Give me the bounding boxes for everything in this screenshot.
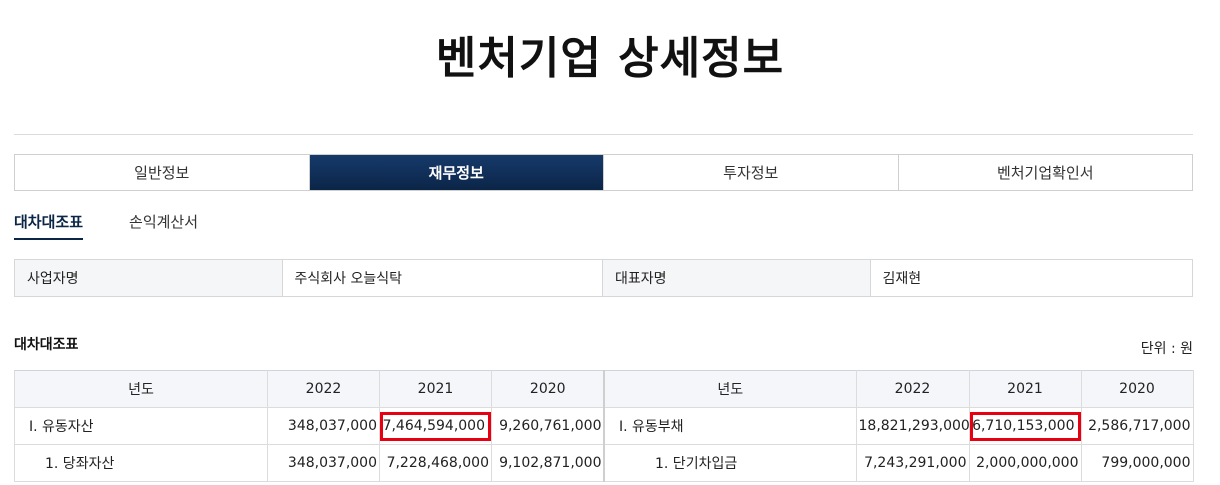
row-label: 1. 당좌자산 [14,444,268,482]
cell-2022: 348,037,000 [267,407,380,445]
tab-venture-certificate[interactable]: 벤처기업확인서 [898,155,1192,190]
company-info-table: 사업자명 주식회사 오늘식탁 대표자명 김재현 [14,259,1193,297]
tab-general-info[interactable]: 일반정보 [15,155,310,190]
year-header: 년도 [604,370,857,408]
cell-2020: 799,000,000 [1081,444,1193,482]
unit-label: 단위 : 원 [1140,341,1193,357]
main-tab-bar: 일반정보 재무정보 투자정보 벤처기업확인서 [14,154,1193,191]
cell-2021-highlighted: 7,464,594,000 [379,407,492,445]
highlighted-value: 7,464,594,000 [382,418,485,434]
row-label: 1. 단기차입금 [604,444,857,482]
year-2022-header: 2022 [267,370,380,408]
year-2022-header: 2022 [856,370,970,408]
table-row: Ⅰ. 유동부채 18,821,293,000 6,710,153,000 2,5… [604,407,1193,445]
sub-tab-bar: 대차대조표 손익계산서 [14,208,198,240]
ceo-name-label: 대표자명 [603,260,871,296]
cell-2022: 348,037,000 [267,444,380,482]
year-2020-header: 2020 [1081,370,1193,408]
cell-2021-highlighted: 6,710,153,000 [969,407,1082,445]
liabilities-table: 년도 2022 2021 2020 Ⅰ. 유동부채 18,821,293,000… [603,370,1194,482]
row-label: Ⅰ. 유동자산 [14,407,268,445]
year-2021-header: 2021 [379,370,492,408]
subtab-balance-sheet[interactable]: 대차대조표 [14,208,84,240]
title-divider [14,134,1193,135]
year-2021-header: 2021 [969,370,1082,408]
page-title: 벤처기업 상세정보 [435,33,785,84]
table-row: Ⅰ. 유동자산 348,037,000 7,464,594,000 9,260,… [14,407,604,445]
subtab-income-statement[interactable]: 손익계산서 [129,208,198,240]
row-label: Ⅰ. 유동부채 [604,407,857,445]
cell-2020: 9,260,761,000 [491,407,604,445]
company-name-value: 주식회사 오늘식탁 [283,260,603,296]
assets-table: 년도 2022 2021 2020 Ⅰ. 유동자산 348,037,000 7,… [14,370,604,482]
tab-financial-info[interactable]: 재무정보 [309,155,604,190]
cell-2021: 7,228,468,000 [379,444,492,482]
table-row: 1. 단기차입금 7,243,291,000 2,000,000,000 799… [604,444,1193,482]
highlighted-value: 6,710,153,000 [972,418,1075,434]
section-title: 대차대조표 [14,337,79,353]
tab-investment-info[interactable]: 투자정보 [604,155,899,190]
cell-2021: 2,000,000,000 [969,444,1082,482]
liabilities-header-row: 년도 2022 2021 2020 [604,370,1193,408]
year-2020-header: 2020 [491,370,604,408]
cell-2022: 18,821,293,000 [856,407,970,445]
year-header: 년도 [14,370,268,408]
assets-header-row: 년도 2022 2021 2020 [14,370,604,408]
table-row: 1. 당좌자산 348,037,000 7,228,468,000 9,102,… [14,444,604,482]
cell-2022: 7,243,291,000 [856,444,970,482]
company-name-label: 사업자명 [15,260,283,296]
ceo-name-value: 김재현 [882,271,922,287]
cell-2020: 9,102,871,000 [491,444,604,482]
cell-2020: 2,586,717,000 [1081,407,1193,445]
